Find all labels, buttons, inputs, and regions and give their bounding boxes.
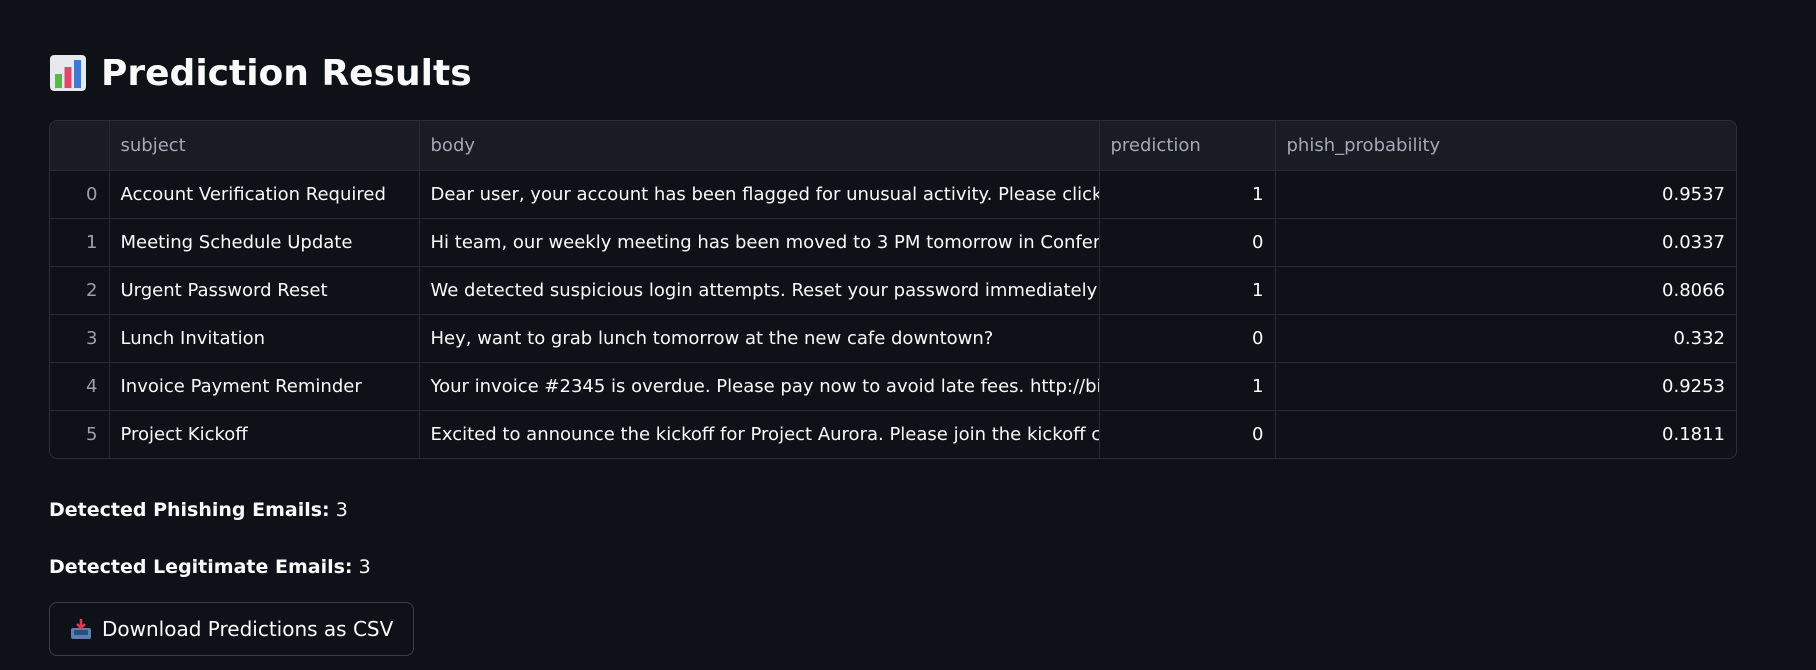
page-title-text: Prediction Results bbox=[101, 52, 472, 94]
cell-body[interactable]: Your invoice #2345 is overdue. Please pa… bbox=[419, 362, 1100, 411]
cell-prediction[interactable]: 0 bbox=[1099, 218, 1276, 267]
column-header-subject[interactable]: subject bbox=[109, 121, 420, 171]
table-row: 5 Project Kickoff Excited to announce th… bbox=[50, 410, 1736, 459]
legitimate-count: Detected Legitimate Emails: 3 bbox=[49, 556, 1816, 578]
download-csv-button[interactable]: Download Predictions as CSV bbox=[49, 602, 415, 656]
table-row: 4 Invoice Payment Reminder Your invoice … bbox=[50, 362, 1736, 411]
cell-phish-probability[interactable]: 0.332 bbox=[1275, 314, 1736, 363]
cell-body[interactable]: Hey, want to grab lunch tomorrow at the … bbox=[419, 314, 1100, 363]
cell-phish-probability[interactable]: 0.8066 bbox=[1275, 266, 1736, 315]
column-header-prediction[interactable]: prediction bbox=[1099, 121, 1276, 171]
phishing-count-value: 3 bbox=[335, 499, 348, 521]
table-header-row: subject body prediction phish_probabilit… bbox=[50, 121, 1736, 171]
legitimate-count-value: 3 bbox=[358, 556, 371, 578]
table-row: 0 Account Verification Required Dear use… bbox=[50, 170, 1736, 219]
inbox-tray-icon bbox=[71, 619, 91, 639]
phishing-count: Detected Phishing Emails: 3 bbox=[49, 499, 1816, 521]
row-index: 2 bbox=[50, 266, 110, 315]
predictions-table[interactable]: subject body prediction phish_probabilit… bbox=[49, 120, 1737, 459]
table-row: 3 Lunch Invitation Hey, want to grab lun… bbox=[50, 314, 1736, 363]
cell-subject[interactable]: Urgent Password Reset bbox=[109, 266, 420, 315]
bar-chart-icon bbox=[50, 55, 86, 91]
cell-subject[interactable]: Meeting Schedule Update bbox=[109, 218, 420, 267]
cell-prediction[interactable]: 1 bbox=[1099, 266, 1276, 315]
table-row: 2 Urgent Password Reset We detected susp… bbox=[50, 266, 1736, 315]
column-header-phish-probability[interactable]: phish_probability bbox=[1275, 121, 1736, 171]
column-header-body[interactable]: body bbox=[419, 121, 1100, 171]
cell-body[interactable]: Dear user, your account has been flagged… bbox=[419, 170, 1100, 219]
cell-phish-probability[interactable]: 0.9537 bbox=[1275, 170, 1736, 219]
cell-body[interactable]: Hi team, our weekly meeting has been mov… bbox=[419, 218, 1100, 267]
cell-prediction[interactable]: 1 bbox=[1099, 170, 1276, 219]
page-title: Prediction Results bbox=[49, 0, 1816, 98]
row-index: 5 bbox=[50, 410, 110, 458]
cell-prediction[interactable]: 0 bbox=[1099, 410, 1276, 458]
cell-subject[interactable]: Account Verification Required bbox=[109, 170, 420, 219]
cell-prediction[interactable]: 1 bbox=[1099, 362, 1276, 411]
cell-subject[interactable]: Lunch Invitation bbox=[109, 314, 420, 363]
cell-body[interactable]: We detected suspicious login attempts. R… bbox=[419, 266, 1100, 315]
main-content: Prediction Results subject body predicti… bbox=[0, 0, 1816, 656]
column-header-index[interactable] bbox=[50, 121, 110, 171]
cell-phish-probability[interactable]: 0.0337 bbox=[1275, 218, 1736, 267]
table-row: 1 Meeting Schedule Update Hi team, our w… bbox=[50, 218, 1736, 267]
cell-phish-probability[interactable]: 0.1811 bbox=[1275, 411, 1736, 459]
row-index: 4 bbox=[50, 362, 110, 411]
phishing-count-label: Detected Phishing Emails: bbox=[49, 499, 330, 521]
cell-phish-probability[interactable]: 0.9253 bbox=[1275, 362, 1736, 411]
cell-subject[interactable]: Project Kickoff bbox=[109, 410, 420, 458]
legitimate-count-label: Detected Legitimate Emails: bbox=[49, 556, 353, 578]
cell-subject[interactable]: Invoice Payment Reminder bbox=[109, 362, 420, 411]
row-index: 3 bbox=[50, 314, 110, 363]
row-index: 1 bbox=[50, 218, 110, 267]
cell-body[interactable]: Excited to announce the kickoff for Proj… bbox=[419, 410, 1100, 458]
download-csv-label: Download Predictions as CSV bbox=[102, 617, 394, 641]
cell-prediction[interactable]: 0 bbox=[1099, 314, 1276, 363]
row-index: 0 bbox=[50, 170, 110, 219]
